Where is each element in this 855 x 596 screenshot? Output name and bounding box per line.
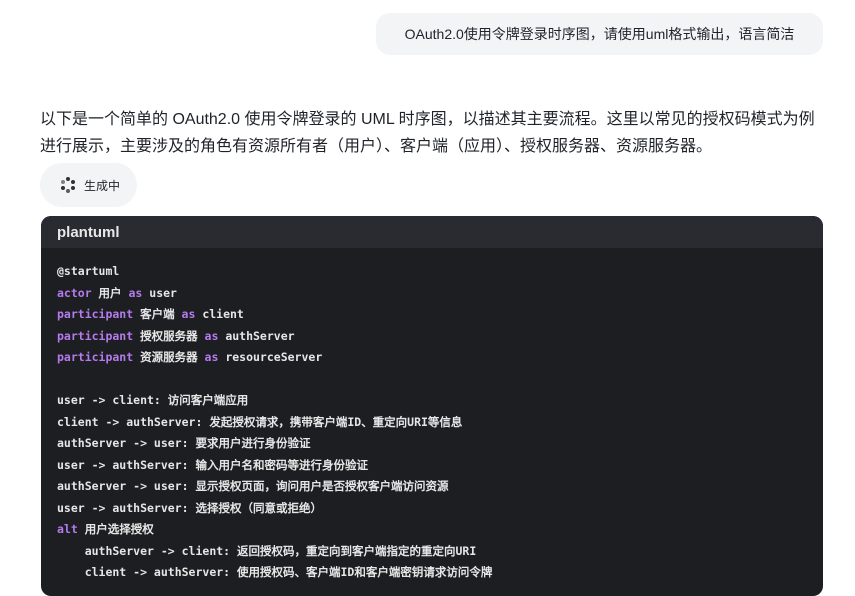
generating-label: 生成中 <box>84 178 121 193</box>
code-text: client -> authServer: 发起授权请求，携带客户端ID、重定向… <box>57 414 463 429</box>
code-line: client -> authServer: 使用授权码、客户端ID和客户端密钥请… <box>57 562 807 584</box>
code-line: authServer -> client: 返回授权码，重定向到客户端指定的重定… <box>57 541 807 563</box>
code-line: participant 客户端 as client <box>57 304 807 326</box>
code-text: authServer -> user: 显示授权页面，询问用户是否授权客户端访问… <box>57 479 449 493</box>
code-text: resourceServer <box>218 350 323 364</box>
code-line: authServer -> user: 要求用户进行身份验证 <box>57 433 807 455</box>
code-line: participant 授权服务器 as authServer <box>57 326 807 348</box>
code-line: alt 用户选择授权 <box>57 519 807 541</box>
code-text: user -> client: 访问客户端应用 <box>57 393 249 407</box>
code-text: 用户选择授权 <box>77 522 154 536</box>
code-text: user -> authServer: 选择授权（同意或拒绝） <box>57 500 322 515</box>
code-keyword: participant <box>57 307 134 321</box>
code-keyword: as <box>128 285 143 300</box>
code-text: client -> authServer: 使用授权码、客户端ID和客户端密钥请… <box>57 565 493 579</box>
code-text: 授权服务器 <box>133 328 205 343</box>
code-content[interactable]: @startuml actor 用户 as user participant 客户端… <box>41 248 823 596</box>
code-language-label: plantuml <box>57 223 120 241</box>
code-text: authServer -> user: 要求用户进行身份验证 <box>57 436 311 450</box>
code-keyword: as <box>181 307 196 321</box>
code-text: authServer -> client: 返回授权码，重定向到客户端指定的重定… <box>57 543 477 558</box>
code-text: user <box>142 285 177 300</box>
code-keyword: participant <box>57 350 134 364</box>
code-block: plantuml @startuml actor 用户 as user partic… <box>41 216 823 596</box>
code-keyword: participant <box>57 328 134 343</box>
code-text: authServer <box>218 328 295 343</box>
code-text: @startuml <box>57 264 120 278</box>
code-line: actor 用户 as user <box>57 283 807 305</box>
code-line: participant 资源服务器 as resourceServer <box>57 347 807 369</box>
generating-status: 生成中 <box>40 163 137 207</box>
code-text: 资源服务器 <box>133 350 205 364</box>
code-block-header: plantuml <box>41 216 823 248</box>
code-keyword: actor <box>57 285 92 300</box>
code-line: user -> client: 访问客户端应用 <box>57 390 807 412</box>
code-text: user -> authServer: 输入用户名和密码等进行身份验证 <box>57 457 368 472</box>
code-keyword: as <box>204 328 219 343</box>
code-text: client <box>195 307 244 321</box>
code-text: 用户 <box>91 285 129 300</box>
code-keyword: alt <box>57 522 78 536</box>
code-text: 客户端 <box>133 307 182 321</box>
assistant-answer-text: 以下是一个简单的 OAuth2.0 使用令牌登录的 UML 时序图，以描述其主要… <box>40 111 815 155</box>
code-line: user -> authServer: 输入用户名和密码等进行身份验证 <box>57 455 807 477</box>
loading-spinner-icon <box>60 177 76 193</box>
user-message-bubble: OAuth2.0使用令牌登录时序图，请使用uml格式输出，语言简洁 <box>376 13 823 55</box>
code-line: user -> authServer: 选择授权（同意或拒绝） <box>57 498 807 520</box>
code-line: authServer -> user: 显示授权页面，询问用户是否授权客户端访问… <box>57 476 807 498</box>
code-line: @startuml <box>57 261 807 283</box>
code-keyword: as <box>204 350 219 364</box>
user-message-text: OAuth2.0使用令牌登录时序图，请使用uml格式输出，语言简洁 <box>404 26 795 42</box>
code-line: client -> authServer: 发起授权请求，携带客户端ID、重定向… <box>57 412 807 434</box>
